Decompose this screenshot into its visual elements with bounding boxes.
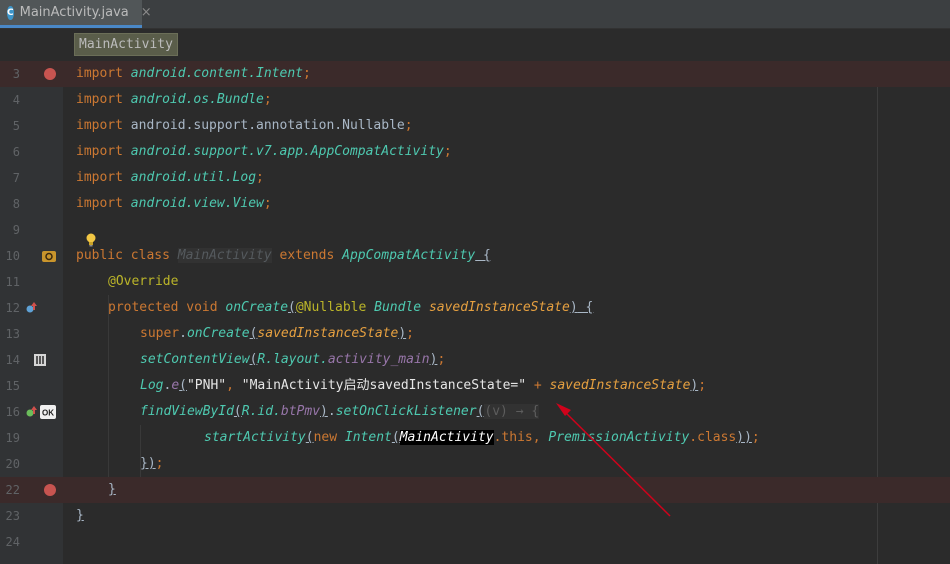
annotation-arrow [556,403,671,517]
